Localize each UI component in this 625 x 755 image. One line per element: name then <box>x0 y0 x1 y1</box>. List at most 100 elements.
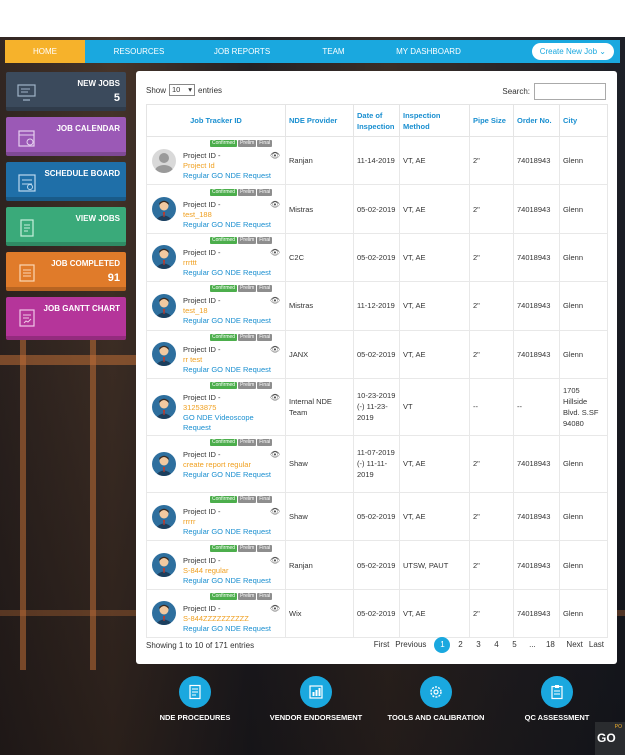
eye-icon[interactable]: 👁 <box>270 344 280 355</box>
request-type-link[interactable]: Regular GO NDE Request <box>183 624 271 634</box>
project-name-link[interactable]: S-844ZZZZZZZZZZ <box>183 614 271 624</box>
tool-label: VENDOR ENDORSEMENT <box>269 713 363 722</box>
document-icon <box>179 676 211 708</box>
order-no-cell: 74018943 <box>513 588 560 639</box>
tool-vendor-endorsement[interactable]: VENDOR ENDORSEMENT <box>261 676 371 722</box>
request-type-link[interactable]: Regular GO NDE Request <box>183 576 271 586</box>
project-name-link[interactable]: rrrttt <box>183 258 271 268</box>
search-input[interactable] <box>534 83 606 100</box>
pagination-page[interactable]: 18 <box>542 637 558 653</box>
request-type-link[interactable]: Regular GO NDE Request <box>183 268 271 278</box>
eye-icon[interactable]: 👁 <box>270 603 280 614</box>
col-job-tracker-id[interactable]: Job Tracker ID <box>146 104 286 137</box>
pipe-size-cell: 2" <box>469 184 514 234</box>
tool-qc-assessment[interactable]: QC ASSESSMENT <box>502 676 612 722</box>
project-name-link[interactable]: test_18 <box>183 306 271 316</box>
pagination-first[interactable]: First <box>372 637 392 653</box>
pipe-size-cell: 2" <box>469 434 514 493</box>
date-cell: 05-02-2019 <box>353 588 400 639</box>
tile-schedule-board[interactable]: SCHEDULE BOARD <box>6 162 126 201</box>
eye-icon[interactable]: 👁 <box>270 506 280 517</box>
project-name-link[interactable]: 31253875 <box>183 403 282 413</box>
request-type-link[interactable]: Regular GO NDE Request <box>183 470 271 480</box>
method-cell: VT <box>399 377 470 436</box>
jobs-table: Job Tracker ID NDE Provider Date of Insp… <box>146 104 608 639</box>
document-icon <box>20 219 34 237</box>
order-no-cell: 74018943 <box>513 184 560 234</box>
request-type-link[interactable]: Regular GO NDE Request <box>183 365 271 375</box>
nav-resources[interactable]: RESOURCES <box>85 40 193 63</box>
job-text: Project ID - S-844ZZZZZZZZZZ Regular GO … <box>183 604 271 634</box>
table-row[interactable]: Confirmed Prelim Final 👁 Project ID - 31… <box>146 377 608 436</box>
order-no-cell: 74018943 <box>513 434 560 493</box>
badge-confirmed: Confirmed <box>210 285 238 293</box>
eye-icon[interactable]: 👁 <box>270 295 280 306</box>
col-order-no[interactable]: Order No. <box>513 104 560 137</box>
col-date-of-inspection[interactable]: Date of Inspection <box>353 104 400 137</box>
eye-icon[interactable]: 👁 <box>270 449 280 460</box>
tile-job-completed[interactable]: JOB COMPLETED 91 <box>6 252 126 291</box>
badge-prelim: Prelim <box>238 188 257 196</box>
chevron-down-icon: ⌄ <box>599 47 606 56</box>
tool-tools-and-calibration[interactable]: TOOLS AND CALIBRATION <box>381 676 491 722</box>
table-row[interactable]: Confirmed Prelim Final 👁 Project ID - S-… <box>146 540 608 590</box>
eye-icon[interactable]: 👁 <box>270 199 280 210</box>
table-row[interactable]: Confirmed Prelim Final 👁 Project ID - cr… <box>146 434 608 493</box>
request-type-link[interactable]: GO NDE Videoscope Request <box>183 413 282 433</box>
entries-select[interactable]: 10 ▾ <box>169 84 196 96</box>
badge-prelim: Prelim <box>238 236 257 244</box>
table-header-row: Job Tracker ID NDE Provider Date of Insp… <box>146 104 608 137</box>
project-name-link[interactable]: test_188 <box>183 210 271 220</box>
tile-new-jobs[interactable]: NEW JOBS 5 <box>6 72 126 111</box>
eye-icon[interactable]: 👁 <box>270 150 280 161</box>
badge-confirmed: Confirmed <box>210 236 238 244</box>
request-type-link[interactable]: Regular GO NDE Request <box>183 316 271 326</box>
provider-cell: Shaw <box>285 434 354 493</box>
nav-home[interactable]: HOME <box>5 40 85 63</box>
project-name-link[interactable]: rrrrr <box>183 517 271 527</box>
tile-job-gantt-chart[interactable]: JOB GANTT CHART <box>6 297 126 340</box>
nav-my-dashboard[interactable]: MY DASHBOARD <box>376 40 481 63</box>
project-name-link[interactable]: S-844 regular <box>183 566 271 576</box>
request-type-link[interactable]: Regular GO NDE Request <box>183 220 271 230</box>
project-id-label: Project ID - <box>183 507 221 517</box>
pagination-last[interactable]: Last <box>587 637 606 653</box>
pagination-next[interactable]: Next <box>564 637 584 653</box>
col-nde-provider[interactable]: NDE Provider <box>285 104 354 137</box>
nav-team[interactable]: TEAM <box>291 40 376 63</box>
tile-job-calendar[interactable]: JOB CALENDAR <box>6 117 126 156</box>
table-row[interactable]: Confirmed Prelim Final 👁 Project ID - rr… <box>146 232 608 283</box>
project-id-label: Project ID - <box>183 603 221 613</box>
col-pipe-size[interactable]: Pipe Size <box>469 104 514 137</box>
pagination-page[interactable]: 4 <box>488 637 504 653</box>
tool-nde-procedures[interactable]: NDE PROCEDURES <box>140 676 250 722</box>
table-row[interactable]: Confirmed Prelim Final 👁 Project ID - rr… <box>146 329 608 379</box>
pagination-page[interactable]: 5 <box>506 637 522 653</box>
project-name-link[interactable]: create report regular <box>183 460 271 470</box>
nav-job-reports[interactable]: JOB REPORTS <box>193 40 291 63</box>
col-city[interactable]: City <box>559 104 608 137</box>
pagination-page[interactable]: 3 <box>470 637 486 653</box>
table-row[interactable]: Confirmed Prelim Final 👁 Project ID - S-… <box>146 588 608 639</box>
pagination-page[interactable]: 1 <box>434 637 451 653</box>
city-cell: 1705 Hillside Blvd. S.SF 94080 <box>559 377 608 436</box>
badge-final: Final <box>257 140 273 148</box>
table-row[interactable]: Confirmed Prelim Final 👁 Project ID - te… <box>146 281 608 331</box>
table-row[interactable]: Confirmed Prelim Final 👁 Project ID - Pr… <box>146 135 608 186</box>
col-inspection-method[interactable]: Inspection Method <box>399 104 470 137</box>
tile-view-jobs[interactable]: VIEW JOBS <box>6 207 126 246</box>
pagination-page[interactable]: 2 <box>452 637 468 653</box>
project-name-link[interactable]: Project Id <box>183 161 271 171</box>
request-type-link[interactable]: Regular GO NDE Request <box>183 171 271 181</box>
table-row[interactable]: Confirmed Prelim Final 👁 Project ID - rr… <box>146 491 608 542</box>
brand-logo: PO GO <box>595 722 625 755</box>
request-type-link[interactable]: Regular GO NDE Request <box>183 527 271 537</box>
project-name-link[interactable]: rr test <box>183 355 271 365</box>
eye-icon[interactable]: 👁 <box>270 555 280 566</box>
create-new-job-label: Create New Job <box>539 47 598 56</box>
pagination-previous[interactable]: Previous <box>393 637 428 653</box>
job-text: Project ID - rrrttt Regular GO NDE Reque… <box>183 248 271 278</box>
table-row[interactable]: Confirmed Prelim Final 👁 Project ID - te… <box>146 184 608 234</box>
create-new-job-button[interactable]: Create New Job ⌄ <box>531 43 614 60</box>
eye-icon[interactable]: 👁 <box>270 247 280 258</box>
